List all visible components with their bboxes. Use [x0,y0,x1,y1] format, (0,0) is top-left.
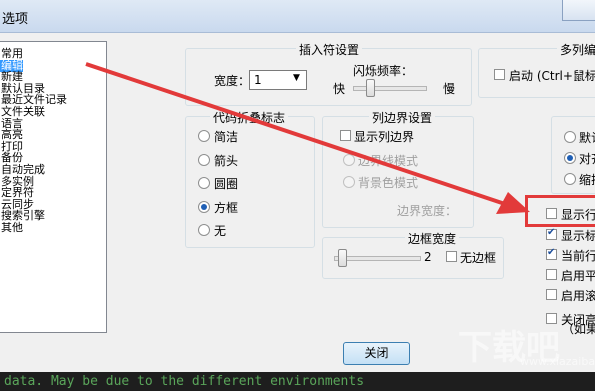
watermark-url: www.xiazaiba.com [520,355,595,368]
options-dialog: 选项 常用 编辑 新建 默认目录 最近文件记录 文件关联 语言 高亮 打印 备份 自动完成 多实例 定界… [0,0,595,372]
console-output: data. May be due to the different enviro… [0,372,595,391]
console-text: data. May be due to the different enviro… [4,374,365,389]
annotation-highlight-box [525,195,595,227]
annotation-arrow [85,62,530,214]
